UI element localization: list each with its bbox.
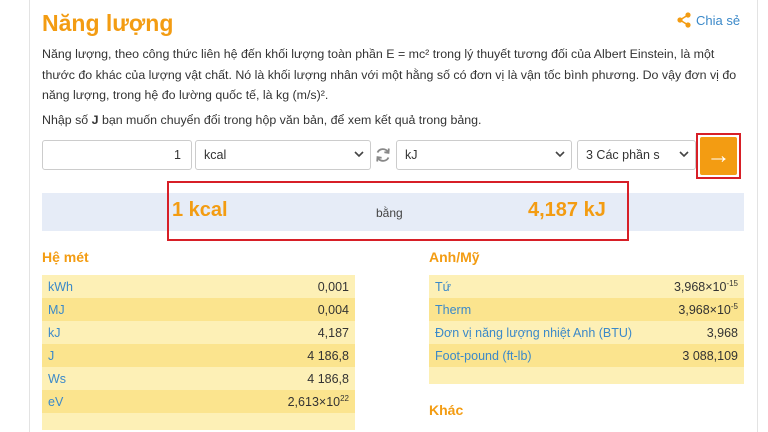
- arrow-right-icon: →: [706, 142, 731, 169]
- unit-link[interactable]: J: [48, 349, 54, 363]
- unit-link[interactable]: MJ: [48, 303, 65, 317]
- table-row: kJ 4,187: [42, 321, 355, 344]
- share-button[interactable]: Chia sẻ: [676, 12, 740, 28]
- table-row: Đơn vị năng lượng nhiệt Anh (BTU) 3,968: [429, 321, 744, 344]
- unit-link[interactable]: Foot-pound (ft-lb): [435, 349, 532, 363]
- table-row: MJ 0,004: [42, 298, 355, 321]
- value-input[interactable]: 1: [42, 140, 192, 170]
- table-row: Foot-pound (ft-lb) 3 088,109: [429, 344, 744, 367]
- result-highlight: [167, 181, 629, 241]
- table-row: eV 2,613×1022: [42, 390, 355, 413]
- unit-value: 4,187: [317, 325, 349, 340]
- table-row: kWh 0,001: [42, 275, 355, 298]
- unit-value: 3 088,109: [682, 348, 738, 363]
- table-filler-row: [429, 367, 744, 384]
- description: Năng lượng, theo công thức liên hệ đến k…: [42, 47, 737, 102]
- share-icon: [676, 12, 692, 28]
- unit-link[interactable]: kJ: [48, 326, 61, 340]
- unit-value: 3,968×10-5: [678, 301, 738, 318]
- unit-value: 4 186,8: [307, 348, 349, 363]
- table-row: Ws 4 186,8: [42, 367, 355, 390]
- imperial-section-title: Anh/Mỹ: [429, 249, 480, 265]
- unit-value: 0,001: [317, 279, 349, 294]
- imperial-table: Tứ 3,968×10-15 Therm 3,968×10-5 Đơn vị năng …: [429, 275, 744, 384]
- metric-table: kWh 0,001 MJ 0,004 kJ 4,187 J 4 186,8 Ws 4 186,8 e…: [42, 275, 355, 430]
- metric-section-title: Hệ mét: [42, 249, 89, 265]
- instruction: Nhập số J bạn muốn chuyển đổi trong hộp …: [42, 113, 482, 127]
- unit-link[interactable]: Ws: [48, 372, 66, 386]
- unit-value: 0,004: [317, 302, 349, 317]
- unit-value: 3,968×10-15: [673, 278, 738, 295]
- table-filler-row: [42, 413, 355, 430]
- precision-select[interactable]: 3 Các phần s: [577, 140, 696, 170]
- other-section-title: Khác: [429, 402, 464, 418]
- chevron-down-icon: [354, 150, 364, 161]
- unit-value: 4 186,8: [307, 371, 349, 386]
- unit-value: 2,613×1022: [287, 393, 349, 410]
- unit-link[interactable]: kWh: [48, 280, 73, 294]
- convert-button[interactable]: →: [700, 137, 737, 175]
- table-row: Tứ 3,968×10-15: [429, 275, 744, 298]
- unit-link[interactable]: Therm: [435, 303, 471, 317]
- table-row: Therm 3,968×10-5: [429, 298, 744, 321]
- share-label: Chia sẻ: [696, 12, 741, 28]
- to-unit-select[interactable]: kJ: [396, 140, 572, 170]
- swap-units-icon[interactable]: [374, 146, 392, 164]
- unit-link[interactable]: eV: [48, 395, 63, 409]
- page-title: Năng lượng: [42, 10, 174, 36]
- unit-link[interactable]: Đơn vị năng lượng nhiệt Anh (BTU): [435, 326, 632, 340]
- unit-link[interactable]: Tứ: [435, 280, 451, 294]
- table-row: J 4 186,8: [42, 344, 355, 367]
- chevron-down-icon: [555, 150, 565, 161]
- from-unit-select[interactable]: kcal: [195, 140, 371, 170]
- chevron-down-icon: [679, 150, 689, 161]
- unit-value: 3,968: [706, 325, 738, 340]
